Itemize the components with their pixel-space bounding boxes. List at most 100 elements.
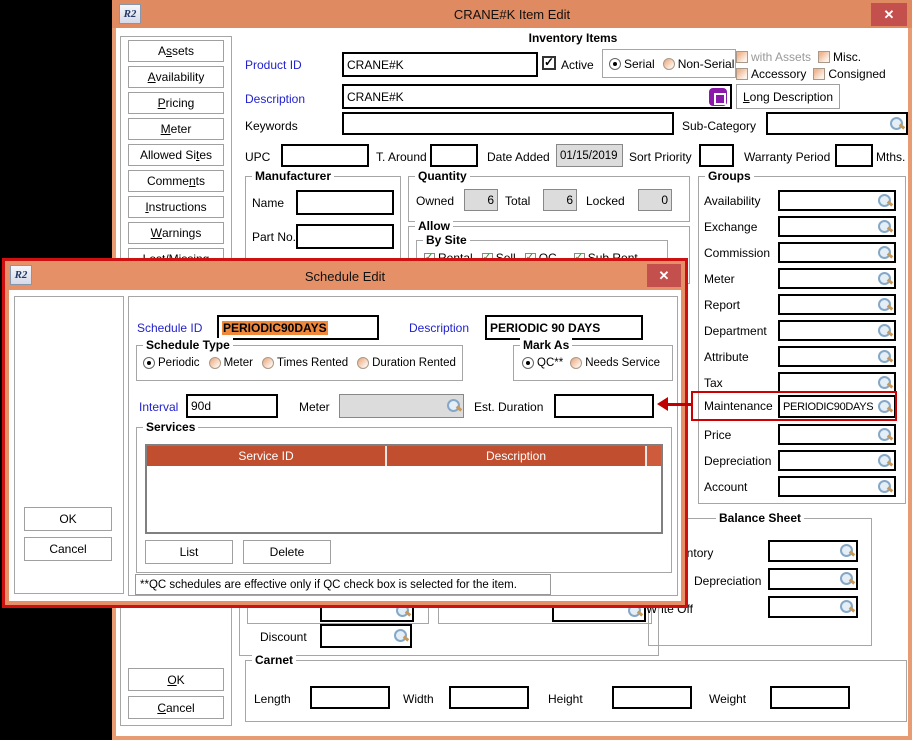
accessory-checkbox[interactable] xyxy=(736,68,748,80)
manufacturer-name-field[interactable] xyxy=(296,190,394,215)
interval-field[interactable]: 90d xyxy=(186,394,278,418)
length-field[interactable] xyxy=(310,686,390,709)
groups-field-department[interactable] xyxy=(778,320,896,341)
dialog-ok-button[interactable]: OK xyxy=(24,507,112,531)
magnifier-icon[interactable] xyxy=(878,272,892,286)
meter-type-radio[interactable] xyxy=(209,357,221,369)
needs-service-radio[interactable] xyxy=(570,357,582,369)
magnifier-icon[interactable] xyxy=(878,350,892,364)
sidebar-item-pricing[interactable]: Pricing xyxy=(128,92,224,114)
groups-field-depreciation[interactable] xyxy=(778,450,896,471)
magnifier-icon[interactable] xyxy=(840,544,854,558)
cancel-button[interactable]: Cancel xyxy=(128,696,224,719)
sidebar-item-allowed-sites[interactable]: Allowed Sites xyxy=(128,144,224,166)
schedule-id-field[interactable]: PERIODIC90DAYS xyxy=(217,315,379,340)
magnifier-icon[interactable] xyxy=(878,376,892,390)
groups-field-availability[interactable] xyxy=(778,190,896,211)
sub-category-field[interactable] xyxy=(766,112,908,135)
active-checkbox[interactable] xyxy=(542,56,556,70)
groups-field-price[interactable] xyxy=(778,424,896,445)
dialog-description-field[interactable]: PERIODIC 90 DAYS xyxy=(485,315,643,340)
magnifier-icon[interactable] xyxy=(878,480,892,494)
groups-field-tax[interactable] xyxy=(778,372,896,393)
magnifier-icon[interactable] xyxy=(878,246,892,260)
weight-field[interactable] xyxy=(770,686,850,709)
height-field[interactable] xyxy=(612,686,692,709)
upc-label: UPC xyxy=(245,150,270,164)
serial-radio[interactable] xyxy=(609,58,621,70)
duration-rented-radio[interactable] xyxy=(357,357,369,369)
service-id-column-header[interactable]: Service ID xyxy=(147,446,387,466)
sidebar-item-assets[interactable]: Assets xyxy=(128,40,224,62)
keywords-field[interactable] xyxy=(342,112,674,135)
ok-button[interactable]: OK xyxy=(128,668,224,691)
consigned-checkbox[interactable] xyxy=(813,68,825,80)
magnifier-icon[interactable] xyxy=(447,399,461,413)
groups-label-account: Account xyxy=(704,480,747,494)
sidebar-item-availability[interactable]: Availability xyxy=(128,66,224,88)
magnifier-icon[interactable] xyxy=(878,220,892,234)
manufacturer-part-field[interactable] xyxy=(296,224,394,249)
groups-field-meter[interactable] xyxy=(778,268,896,289)
bs-depreciation-label: Depreciation xyxy=(694,574,761,588)
description-value: CRANE#K xyxy=(347,90,404,104)
groups-label-price: Price xyxy=(704,428,731,442)
bs-inventory-field[interactable] xyxy=(768,540,858,562)
schedule-id-selected-value: PERIODIC90DAYS xyxy=(222,321,328,335)
services-table[interactable]: Service ID Description xyxy=(145,444,663,534)
annotation-arrow-line xyxy=(667,403,693,406)
sidebar-item-comments[interactable]: Comments xyxy=(128,170,224,192)
magnifier-icon[interactable] xyxy=(878,324,892,338)
discount-field[interactable] xyxy=(320,624,412,648)
t-around-field[interactable] xyxy=(430,144,478,167)
product-id-label: Product ID xyxy=(245,58,302,72)
magnifier-icon[interactable] xyxy=(840,600,854,614)
groups-field-commission[interactable] xyxy=(778,242,896,263)
spell-check-icon[interactable] xyxy=(709,88,727,106)
screen: R2 CRANE#K Item Edit ✕ Assets Availabili… xyxy=(0,0,912,740)
misc-checkbox[interactable] xyxy=(818,51,830,63)
periodic-radio[interactable] xyxy=(143,357,155,369)
dialog-meter-field xyxy=(339,394,464,418)
description-column-header[interactable]: Description xyxy=(387,446,647,466)
magnifier-icon[interactable] xyxy=(890,117,904,131)
groups-field-attribute[interactable] xyxy=(778,346,896,367)
bs-depreciation-field[interactable] xyxy=(768,568,858,590)
list-button[interactable]: List xyxy=(145,540,233,564)
sidebar-item-meter[interactable]: Meter xyxy=(128,118,224,140)
close-icon[interactable]: ✕ xyxy=(647,264,681,287)
manufacturer-name-label: Name xyxy=(252,196,284,210)
long-description-button[interactable]: Long Description xyxy=(736,84,840,109)
magnifier-icon[interactable] xyxy=(840,572,854,586)
magnifier-icon[interactable] xyxy=(878,428,892,442)
delete-button[interactable]: Delete xyxy=(243,540,331,564)
description-field[interactable]: CRANE#K xyxy=(342,84,732,109)
bs-write-off-field[interactable] xyxy=(768,596,858,618)
magnifier-icon[interactable] xyxy=(394,629,408,643)
est-duration-field[interactable] xyxy=(554,394,654,418)
groups-field-exchange[interactable] xyxy=(778,216,896,237)
services-legend: Services xyxy=(143,420,198,434)
qc-radio[interactable] xyxy=(522,357,534,369)
non-serial-radio[interactable] xyxy=(663,58,675,70)
groups-field-report[interactable] xyxy=(778,294,896,315)
groups-label-meter: Meter xyxy=(704,272,735,286)
close-icon[interactable]: ✕ xyxy=(871,3,907,26)
width-field[interactable] xyxy=(449,686,529,709)
magnifier-icon[interactable] xyxy=(878,298,892,312)
magnifier-icon[interactable] xyxy=(878,454,892,468)
sort-priority-field[interactable] xyxy=(699,144,734,167)
magnifier-icon[interactable] xyxy=(878,194,892,208)
warranty-period-field[interactable] xyxy=(835,144,873,167)
times-rented-radio[interactable] xyxy=(262,357,274,369)
product-id-field[interactable]: CRANE#K xyxy=(342,52,538,77)
groups-field-account[interactable] xyxy=(778,476,896,497)
discount-label: Discount xyxy=(260,630,307,644)
item-edit-title: CRANE#K Item Edit xyxy=(112,7,912,22)
sidebar-item-instructions[interactable]: Instructions xyxy=(128,196,224,218)
date-added-label: Date Added xyxy=(487,150,550,164)
dialog-cancel-button[interactable]: Cancel xyxy=(24,537,112,561)
with-assets-checkbox[interactable] xyxy=(736,51,748,63)
sidebar-item-warnings[interactable]: Warnings xyxy=(128,222,224,244)
upc-field[interactable] xyxy=(281,144,369,167)
